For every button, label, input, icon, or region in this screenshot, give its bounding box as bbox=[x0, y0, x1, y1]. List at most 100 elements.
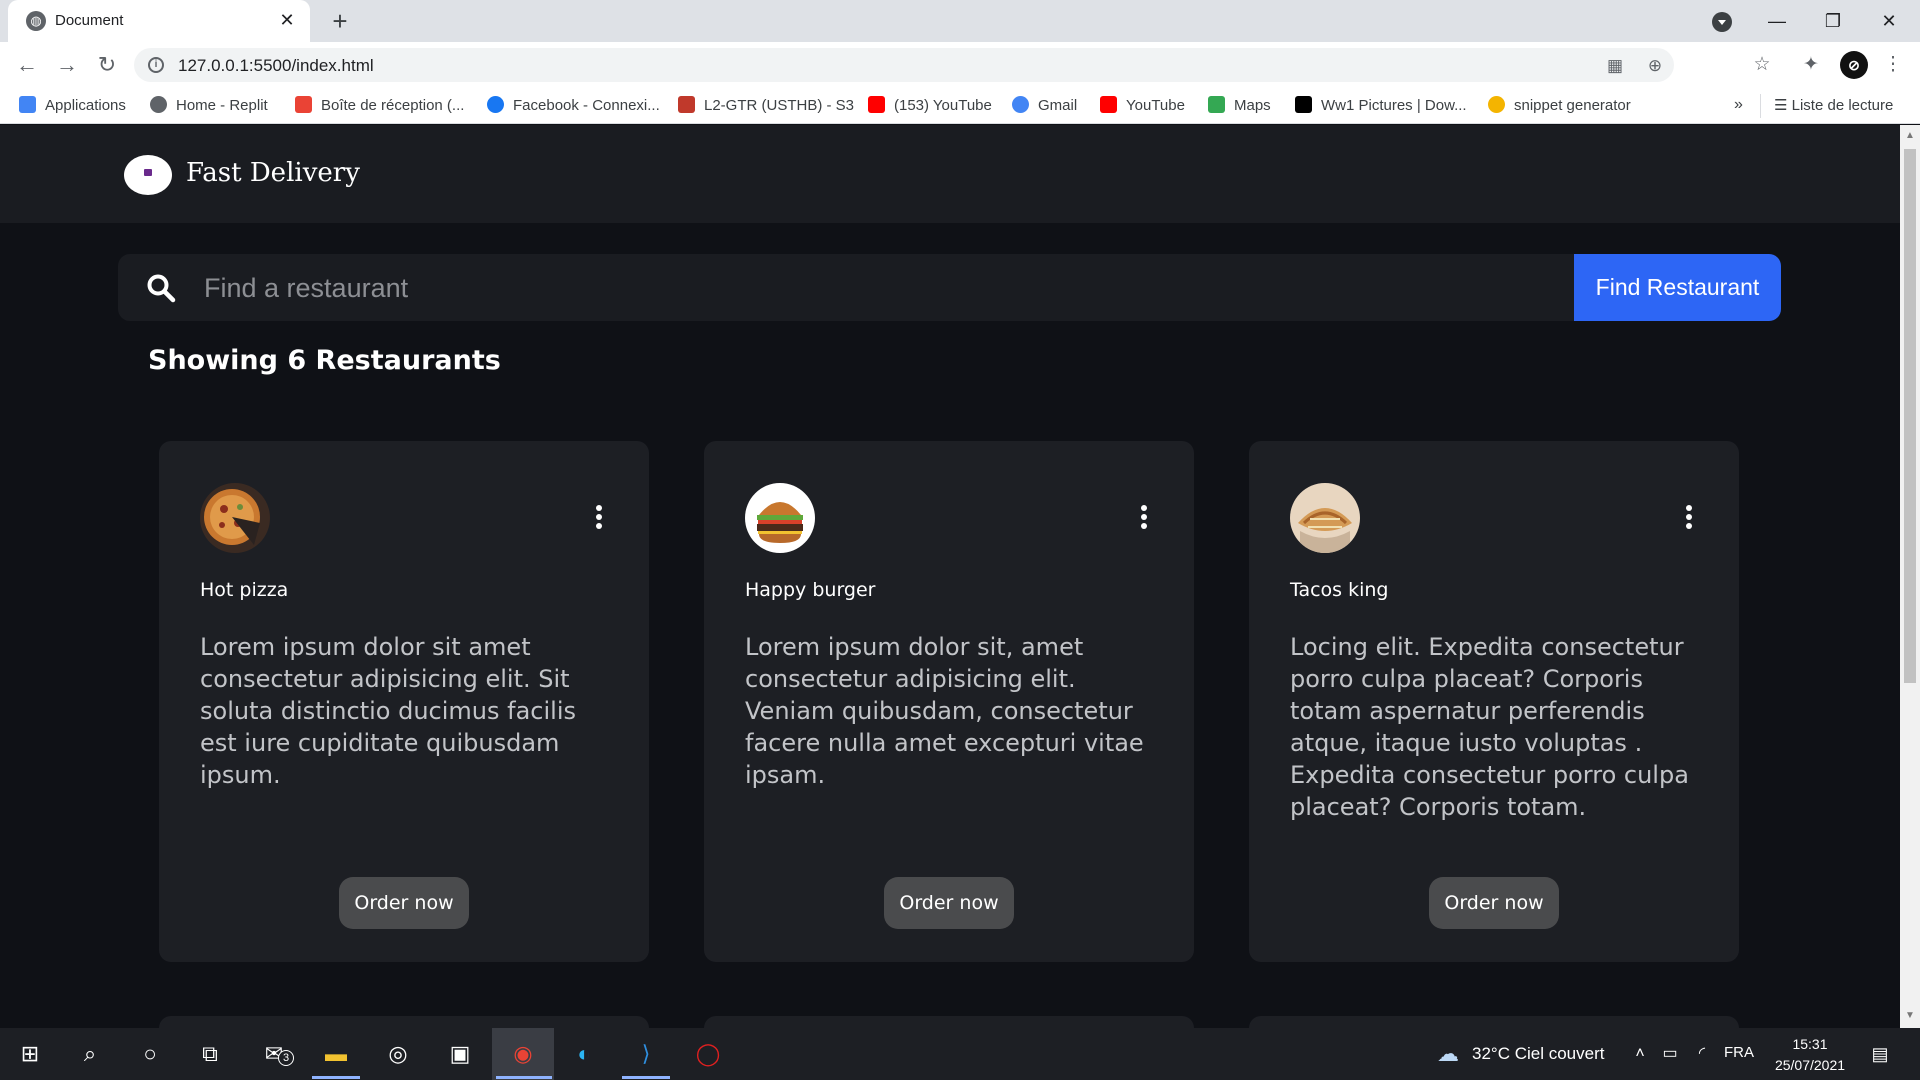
bookmark-item[interactable]: YouTube bbox=[1100, 96, 1185, 116]
restaurant-card: Tacos king Locing elit. Expedita consect… bbox=[1249, 441, 1739, 962]
restaurant-card bbox=[1249, 1016, 1739, 1028]
gmail-icon bbox=[295, 96, 312, 113]
bookmark-item[interactable]: Boîte de réception (... bbox=[295, 96, 464, 116]
site-icon bbox=[1295, 96, 1312, 113]
cortana-icon[interactable]: ○ bbox=[132, 1036, 168, 1072]
browser-tab-strip: ◍ Document ✕ + — ❐ ✕ bbox=[0, 0, 1920, 42]
notifications-icon[interactable]: ▤ bbox=[1862, 1036, 1898, 1072]
more-options-icon[interactable] bbox=[593, 505, 605, 531]
browser-toolbar: ← → ↻ i 127.0.0.1:5500/index.html ▦ ⊕ ☆ … bbox=[0, 42, 1920, 88]
back-icon[interactable]: ← bbox=[12, 50, 42, 80]
divider bbox=[1760, 94, 1761, 118]
youtube-icon bbox=[868, 96, 885, 113]
battery-icon[interactable]: ▭ bbox=[1652, 1036, 1688, 1072]
brand-logo[interactable] bbox=[124, 155, 172, 195]
vscode-icon[interactable]: ⟩ bbox=[628, 1036, 664, 1072]
restaurant-card: Happy burger Lorem ipsum dolor sit, amet… bbox=[704, 441, 1194, 962]
usthb-icon bbox=[678, 96, 695, 113]
restaurant-name: Happy burger bbox=[745, 579, 876, 601]
scroll-up-icon[interactable]: ▲ bbox=[1905, 131, 1915, 141]
profile-avatar[interactable]: ⊘ bbox=[1840, 51, 1868, 79]
order-now-button[interactable]: Order now bbox=[884, 877, 1014, 929]
google-icon bbox=[1012, 96, 1029, 113]
maps-icon bbox=[1208, 96, 1225, 113]
find-restaurant-button[interactable]: Find Restaurant bbox=[1574, 254, 1781, 321]
apps-grid-icon bbox=[19, 96, 36, 113]
restaurant-description: Lorem ipsum dolor sit amet consectetur a… bbox=[200, 633, 576, 789]
bookmark-item[interactable]: snippet generator bbox=[1488, 96, 1631, 116]
results-count: Showing 6 Restaurants bbox=[148, 345, 501, 376]
weather-text[interactable]: 32°C Ciel couvert bbox=[1472, 1044, 1604, 1064]
more-bookmarks-button[interactable]: » bbox=[1734, 96, 1743, 114]
order-now-button[interactable]: Order now bbox=[1429, 877, 1559, 929]
extensions-icon[interactable]: ✦ bbox=[1798, 52, 1824, 78]
more-options-icon[interactable] bbox=[1138, 505, 1150, 531]
close-window-icon[interactable]: ✕ bbox=[1866, 4, 1912, 38]
qr-code-icon[interactable]: ▦ bbox=[1604, 55, 1626, 77]
search-icon bbox=[147, 274, 176, 303]
star-icon bbox=[1488, 96, 1505, 113]
clock-date: 25/07/2021 bbox=[1774, 1057, 1846, 1073]
restaurant-card bbox=[704, 1016, 1194, 1028]
search-input[interactable] bbox=[204, 266, 1644, 310]
reload-icon[interactable]: ↻ bbox=[92, 50, 122, 80]
opera-icon[interactable]: ◯ bbox=[690, 1036, 726, 1072]
bookmark-item[interactable]: Ww1 Pictures | Dow... bbox=[1295, 96, 1467, 116]
more-options-icon[interactable] bbox=[1683, 505, 1695, 531]
clock-time: 15:31 bbox=[1792, 1036, 1828, 1052]
bookmark-item[interactable]: Applications bbox=[19, 96, 126, 116]
edge-icon[interactable]: ◐ bbox=[566, 1036, 602, 1072]
mail-icon[interactable]: ✉ 3 bbox=[256, 1036, 294, 1072]
browser-tab[interactable]: ◍ Document ✕ bbox=[8, 0, 310, 42]
bookmark-item[interactable]: Facebook - Connexi... bbox=[487, 96, 660, 116]
forward-icon[interactable]: → bbox=[52, 50, 82, 80]
reading-list-button[interactable]: ☰ Liste de lecture bbox=[1774, 96, 1893, 114]
task-view-icon[interactable]: ⧉ bbox=[192, 1036, 228, 1072]
obs-icon[interactable]: ◎ bbox=[380, 1036, 416, 1072]
address-bar[interactable]: i 127.0.0.1:5500/index.html ▦ ⊕ bbox=[134, 48, 1674, 82]
file-explorer-icon[interactable]: ▬ bbox=[318, 1036, 354, 1072]
minimize-icon[interactable]: — bbox=[1754, 4, 1800, 38]
restore-icon[interactable]: ❐ bbox=[1810, 4, 1856, 38]
brand-name[interactable]: Fast Delivery bbox=[186, 158, 360, 188]
bookmarks-bar: Applications Home - Replit Boîte de réce… bbox=[0, 88, 1920, 124]
bookmark-item[interactable]: L2-GTR (USTHB) - S3 bbox=[678, 96, 854, 116]
active-indicator bbox=[496, 1076, 552, 1079]
menu-kebab-icon[interactable]: ⋮ bbox=[1880, 52, 1906, 78]
search-icon[interactable]: ⌕ bbox=[72, 1036, 108, 1072]
bookmark-item[interactable]: Gmail bbox=[1012, 96, 1077, 116]
language-indicator[interactable]: FRA bbox=[1724, 1044, 1754, 1061]
clock[interactable]: 15:31 25/07/2021 bbox=[1764, 1034, 1856, 1076]
zoom-icon[interactable]: ⊕ bbox=[1644, 55, 1666, 77]
wifi-icon[interactable]: ◜ bbox=[1684, 1036, 1720, 1072]
bookmark-item[interactable]: (153) YouTube bbox=[868, 96, 992, 116]
store-icon[interactable]: ▣ bbox=[442, 1036, 478, 1072]
site-info-icon[interactable]: i bbox=[148, 57, 164, 73]
restaurant-card: Hot pizza Lorem ipsum dolor sit amet con… bbox=[159, 441, 649, 962]
reading-list-icon: ☰ bbox=[1774, 97, 1792, 114]
url-text[interactable]: 127.0.0.1:5500/index.html bbox=[178, 56, 374, 76]
order-now-button[interactable]: Order now bbox=[339, 877, 469, 929]
bookmark-item[interactable]: Maps bbox=[1208, 96, 1271, 116]
tab-title: Document bbox=[55, 12, 124, 29]
restaurant-description: Lorem ipsum dolor sit, amet consectetur … bbox=[745, 633, 1144, 789]
active-indicator bbox=[622, 1076, 670, 1079]
weather-icon[interactable]: ☁ bbox=[1430, 1036, 1466, 1072]
scrollbar-thumb[interactable] bbox=[1904, 149, 1916, 683]
chrome-icon[interactable]: ◉ bbox=[505, 1036, 541, 1072]
scroll-down-icon[interactable]: ▼ bbox=[1905, 1011, 1915, 1021]
site-header: Fast Delivery bbox=[0, 125, 1900, 223]
restaurant-name: Hot pizza bbox=[200, 579, 289, 601]
bookmark-item[interactable]: Home - Replit bbox=[150, 96, 268, 116]
windows-start-icon[interactable]: ⊞ bbox=[12, 1036, 48, 1072]
bookmark-star-icon[interactable]: ☆ bbox=[1749, 52, 1775, 78]
restaurant-description: Locing elit. Expedita consectetur porro … bbox=[1290, 633, 1689, 821]
search-bar: Find Restaurant bbox=[118, 254, 1781, 321]
new-tab-button[interactable]: + bbox=[326, 7, 354, 35]
tab-search-icon[interactable] bbox=[1712, 12, 1732, 32]
close-tab-icon[interactable]: ✕ bbox=[276, 9, 298, 31]
page-scrollbar[interactable]: ▲ ▼ bbox=[1900, 125, 1920, 1028]
restaurant-card bbox=[159, 1016, 649, 1028]
youtube-icon bbox=[1100, 96, 1117, 113]
replit-icon bbox=[150, 96, 167, 113]
